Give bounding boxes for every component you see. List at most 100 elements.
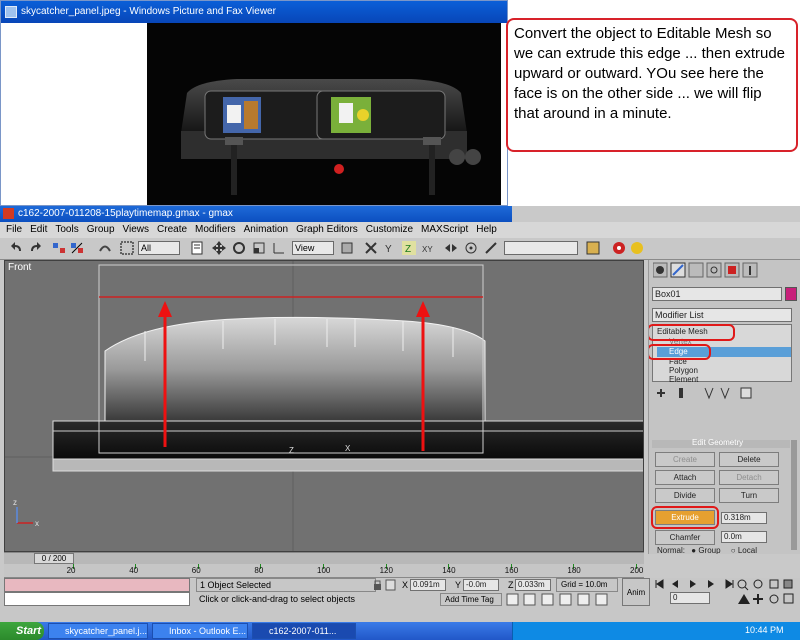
align-icon[interactable] [464, 241, 478, 255]
viewer-title-bar[interactable]: skycatcher_panel.jpeg - Windows Picture … [1, 1, 507, 23]
scale-icon[interactable] [252, 241, 266, 255]
gmax-title-bar[interactable]: c162-2007-011208-15playtimemap.gmax - gm… [0, 206, 512, 222]
local-radio[interactable]: ○ Local [731, 546, 757, 554]
maxscript-listener-mini[interactable] [4, 578, 190, 592]
attach-button[interactable]: Attach [655, 470, 715, 485]
percent-snap-icon[interactable] [541, 593, 554, 606]
object-name-field[interactable]: Box01 [652, 287, 782, 301]
object-color-swatch[interactable] [785, 287, 797, 301]
chamfer-button[interactable]: Chamfer [655, 530, 715, 545]
menu-file[interactable]: File [6, 222, 22, 238]
previous-frame-icon[interactable] [672, 580, 678, 588]
reference-coordinate-icon[interactable] [272, 241, 286, 255]
create-tab-icon[interactable] [653, 262, 668, 278]
create-button[interactable]: Create [655, 452, 715, 467]
select-by-name-icon[interactable] [190, 241, 204, 255]
pan-icon[interactable] [753, 594, 763, 604]
maxscript-input-mini[interactable] [4, 592, 190, 606]
field-of-view-icon[interactable] [738, 594, 750, 604]
rotate-icon[interactable] [232, 241, 246, 255]
menu-customize[interactable]: Customize [366, 222, 413, 238]
degradation-override-icon[interactable] [577, 593, 590, 606]
bind-space-warp-icon[interactable] [98, 241, 112, 255]
zoom-extents-all-icon[interactable] [783, 579, 793, 589]
show-end-result-icon[interactable] [679, 388, 683, 398]
zoom-all-icon[interactable] [753, 579, 763, 589]
maximize-viewport-icon[interactable] [783, 593, 794, 604]
play-icon[interactable] [690, 580, 696, 588]
start-button[interactable]: Start [0, 622, 44, 640]
animate-button[interactable]: Anim [622, 578, 650, 606]
arc-rotate-icon[interactable] [769, 594, 779, 604]
track-bar[interactable]: 20 40 60 80 100 120 140 160 180 200 [4, 564, 644, 578]
menu-group[interactable]: Group [87, 222, 115, 238]
select-manipulate-icon[interactable] [364, 241, 378, 255]
extrude-amount-field[interactable]: 0.318m [721, 512, 767, 524]
unlink-icon[interactable] [70, 241, 84, 255]
selection-filter-dropdown[interactable]: All [138, 241, 180, 255]
hierarchy-tab-icon[interactable] [688, 262, 704, 278]
front-viewport[interactable]: Front Z X z x [4, 260, 644, 552]
menu-graph-editors[interactable]: Graph Editors [296, 222, 358, 238]
configure-modifier-sets-icon[interactable] [740, 387, 752, 399]
reference-coordinate-dropdown[interactable]: View [292, 241, 334, 255]
taskbar-item-outlook[interactable]: Inbox - Outlook E... [152, 623, 248, 639]
lock-selection-icon[interactable] [374, 580, 381, 590]
mirror-icon[interactable] [444, 241, 458, 255]
menu-help[interactable]: Help [476, 222, 497, 238]
delete-button[interactable]: Delete [719, 452, 779, 467]
menu-maxscript[interactable]: MAXScript [421, 222, 468, 238]
zoom-extents-icon[interactable] [769, 579, 779, 589]
undo-icon[interactable] [10, 241, 24, 255]
select-object-icon[interactable] [120, 241, 134, 255]
named-selection-icon[interactable] [484, 241, 498, 255]
detach-button[interactable]: Detach [719, 470, 779, 485]
x-coordinate-field[interactable]: 0.091m [410, 579, 446, 591]
command-panel-scrollbar[interactable] [791, 440, 797, 550]
display-tab-icon[interactable] [724, 262, 740, 278]
taskbar-item-gmax[interactable]: c162-2007-011... [252, 623, 356, 639]
quick-render-icon[interactable] [630, 241, 644, 255]
make-unique-icon[interactable] [704, 387, 714, 400]
stack-element[interactable]: Element [669, 375, 698, 385]
edit-named-selections-icon[interactable] [595, 593, 608, 606]
zoom-icon[interactable] [737, 579, 749, 591]
turn-button[interactable]: Turn [719, 488, 779, 503]
spinner-snap-icon[interactable] [559, 593, 572, 606]
menu-create[interactable]: Create [157, 222, 187, 238]
pin-stack-icon[interactable] [657, 389, 665, 397]
group-radio[interactable]: ● Group [691, 546, 720, 554]
axis-constraint-icon[interactable]: Y [384, 241, 398, 255]
move-icon[interactable] [212, 241, 226, 255]
go-to-end-icon[interactable] [725, 579, 734, 589]
current-frame-field[interactable]: 0 [670, 592, 710, 604]
utilities-tab-icon[interactable] [742, 262, 758, 278]
time-slider[interactable]: 0 / 200 [4, 552, 644, 564]
snap-toggle-icon[interactable]: Z [402, 241, 416, 255]
taskbar-item-picture-viewer[interactable]: skycatcher_panel.j... [48, 623, 148, 639]
angle-snap-icon[interactable] [523, 593, 536, 606]
divide-button[interactable]: Divide [655, 488, 715, 503]
use-pivot-center-icon[interactable] [340, 241, 354, 255]
go-to-start-icon[interactable] [655, 579, 664, 589]
menu-animation[interactable]: Animation [244, 222, 288, 238]
select-link-icon[interactable] [52, 241, 66, 255]
remove-modifier-icon[interactable] [720, 387, 730, 400]
render-scene-icon[interactable] [612, 241, 626, 255]
track-view-icon[interactable] [586, 241, 600, 255]
add-time-tag-button[interactable]: Add Time Tag [440, 593, 502, 606]
snap-3d-icon[interactable] [506, 593, 519, 606]
next-frame-icon[interactable] [708, 580, 714, 588]
absolute-mode-icon[interactable] [385, 579, 396, 591]
edit-geometry-rollout-header[interactable]: Edit Geometry [652, 438, 790, 448]
time-slider-thumb[interactable]: 0 / 200 [34, 553, 74, 564]
menu-edit[interactable]: Edit [30, 222, 47, 238]
snap-xy-icon[interactable]: XY [422, 241, 436, 255]
menu-modifiers[interactable]: Modifiers [195, 222, 236, 238]
z-coordinate-field[interactable]: 0.033m [515, 579, 551, 591]
chamfer-amount-field[interactable]: 0.0m [721, 531, 767, 543]
redo-icon[interactable] [28, 241, 42, 255]
named-selection-sets-dropdown[interactable] [504, 241, 578, 255]
menu-tools[interactable]: Tools [55, 222, 78, 238]
motion-tab-icon[interactable] [706, 262, 722, 278]
